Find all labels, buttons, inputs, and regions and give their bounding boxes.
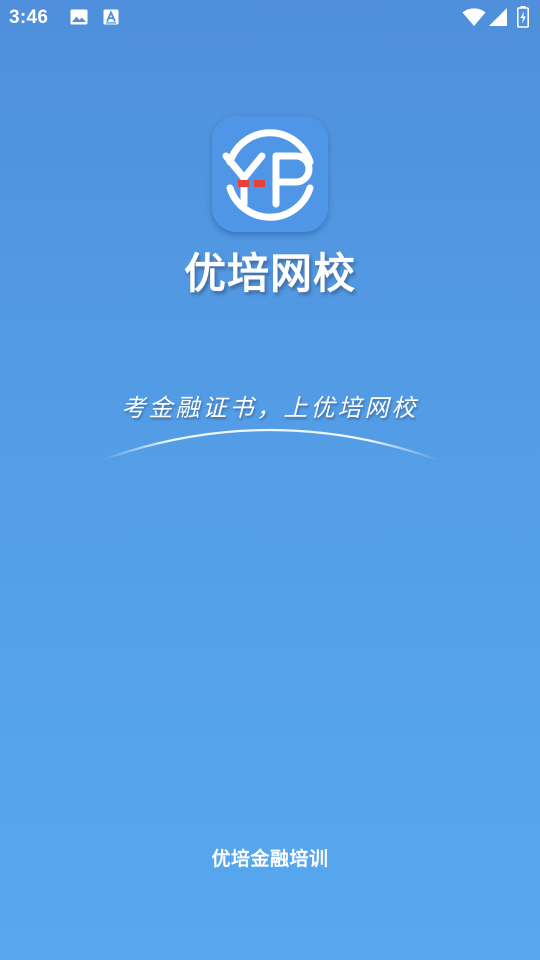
signal-icon (488, 7, 508, 31)
status-time: 3:46 (9, 7, 49, 28)
app-name: 优培网校 (183, 249, 356, 298)
wifi-icon (462, 7, 486, 31)
text-a-icon (103, 9, 119, 29)
status-bar: 3:46 (0, 0, 540, 36)
yp-logo-icon (222, 129, 314, 221)
slogan-text: 考金融证书，上优培网校 (121, 394, 419, 422)
app-logo (212, 116, 328, 232)
image-icon (70, 9, 88, 29)
battery-charging-icon (517, 6, 529, 32)
footer-text: 优培金融培训 (211, 848, 329, 870)
